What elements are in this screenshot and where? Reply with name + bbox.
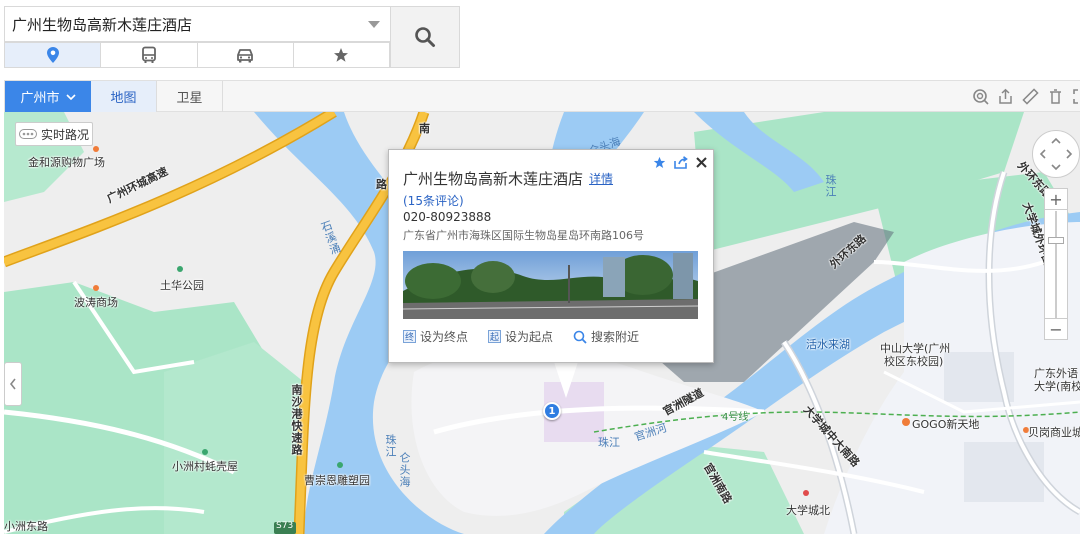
send-to-phone-icon[interactable] [674, 156, 688, 169]
info-window-actions [653, 156, 707, 169]
highway-shield-label: S73 [276, 521, 294, 531]
set-destination-label: 设为终点 [420, 330, 469, 344]
svg-text:终: 终 [405, 331, 414, 343]
expand-panel-button[interactable] [4, 362, 22, 406]
poi-label[interactable]: 小洲村蚝壳屋 [172, 458, 238, 474]
start-point-icon: 起 [488, 330, 502, 343]
search-area-icon[interactable] [972, 88, 989, 105]
info-window-action-bar: 终 设为终点 起 设为起点 搜索附近 [403, 328, 639, 345]
poi-label[interactable]: 曹崇恩雕塑园 [304, 472, 370, 488]
address: 广东省广州市海珠区国际生物岛星岛环南路106号 [403, 229, 644, 242]
info-window: 广州生物岛高新木莲庄酒店 详情 (15条评论) 020-80923888 广东省… [388, 149, 714, 363]
end-point-icon: 终 [403, 330, 416, 343]
road-label: 南 [419, 122, 430, 135]
poi-label[interactable]: 贝岗商业城 [1028, 424, 1080, 440]
info-window-tail [554, 362, 578, 398]
map-toolbar: 广州市 地图 卫星 [4, 80, 1080, 112]
water-label: 珠江 [598, 436, 620, 449]
poi-label[interactable]: GOGO新天地 [912, 416, 979, 432]
poi-label[interactable]: 大学城北 [786, 502, 830, 518]
pan-arrows-icon [1039, 137, 1073, 171]
mode-tab-favorite[interactable] [294, 43, 389, 67]
traffic-icon [18, 129, 37, 139]
poi-label[interactable]: 活水来湖 [806, 336, 850, 352]
traffic-label: 实时路况 [40, 127, 89, 142]
chevron-down-icon [65, 93, 76, 100]
star-icon [334, 48, 349, 62]
search-icon [415, 27, 435, 47]
road-label: 小洲东路 [4, 520, 48, 533]
search-nearby-icon [573, 330, 587, 344]
metro-line-label: 4号线 [722, 412, 749, 423]
tab-map-label: 地图 [110, 91, 137, 106]
share-icon[interactable] [997, 88, 1014, 105]
search-nearby-button[interactable]: 搜索附近 [573, 328, 639, 345]
search-box [4, 6, 390, 42]
tab-satellite-label: 卫星 [176, 91, 203, 106]
mode-tab-car[interactable] [198, 43, 294, 67]
poi-label[interactable]: 大学(南校 [1034, 378, 1080, 394]
hotel-marker[interactable]: 1 [543, 402, 561, 420]
map-canvas[interactable]: 金和源购物广场 广州环城高速 土华公园 波涛商场 南沙港快速路 小洲村蚝壳屋 曹… [4, 112, 1080, 534]
search-nearby-label: 搜索附近 [591, 330, 640, 344]
poi-label[interactable]: 波涛商场 [74, 294, 118, 310]
zoom-slider-track [1055, 211, 1057, 321]
city-label: 广州市 [20, 91, 60, 106]
road-label: 南沙港快速路 [290, 384, 303, 456]
zoom-out-button[interactable]: − [1044, 318, 1068, 340]
tab-map[interactable]: 地图 [91, 81, 157, 112]
poi-label[interactable]: 土华公园 [160, 277, 204, 293]
set-origin-button[interactable]: 起 设为起点 [488, 328, 553, 345]
set-destination-button[interactable]: 终 设为终点 [403, 328, 468, 345]
map-app: 广州市 地图 卫星 [0, 0, 1080, 534]
dropdown-caret-icon[interactable] [368, 21, 380, 28]
fullscreen-icon[interactable] [1072, 88, 1080, 105]
svg-text:起: 起 [490, 332, 499, 343]
car-icon [237, 49, 254, 63]
mode-tab-bus[interactable] [101, 43, 198, 67]
reviews-link[interactable]: (15条评论) [403, 192, 464, 209]
water-label: 仑头海 [398, 452, 411, 488]
map-tools [972, 88, 1080, 105]
city-selector[interactable]: 广州市 [5, 81, 91, 112]
close-icon[interactable] [696, 157, 707, 168]
route-mode-bar [4, 42, 390, 68]
traffic-button[interactable]: 实时路况 [15, 122, 93, 146]
poi-label[interactable]: 校区东校园) [884, 353, 943, 369]
trash-icon[interactable] [1047, 88, 1064, 105]
chevron-left-icon [9, 378, 16, 390]
location-pin-icon [46, 47, 59, 63]
set-origin-label: 设为起点 [505, 330, 554, 344]
favorite-star-icon[interactable] [653, 156, 666, 169]
tab-satellite[interactable]: 卫星 [157, 81, 223, 112]
info-title: 广州生物岛高新木莲庄酒店 [403, 170, 584, 188]
search-button[interactable] [390, 6, 460, 68]
poi-label[interactable]: 金和源购物广场 [28, 154, 105, 170]
pan-control[interactable] [1032, 130, 1080, 178]
detail-link[interactable]: 详情 [589, 170, 613, 187]
bus-icon [141, 46, 156, 63]
mode-tab-place[interactable] [5, 43, 102, 67]
water-label: 珠江 [824, 174, 837, 198]
zoom-in-button[interactable]: + [1044, 188, 1068, 210]
ruler-icon[interactable] [1022, 88, 1039, 105]
street-view-photo[interactable] [403, 251, 698, 319]
zoom-slider-handle[interactable] [1048, 237, 1064, 244]
search-input[interactable] [5, 7, 365, 41]
phone-number: 020-80923888 [403, 210, 492, 224]
road-label: 路 [376, 178, 387, 191]
